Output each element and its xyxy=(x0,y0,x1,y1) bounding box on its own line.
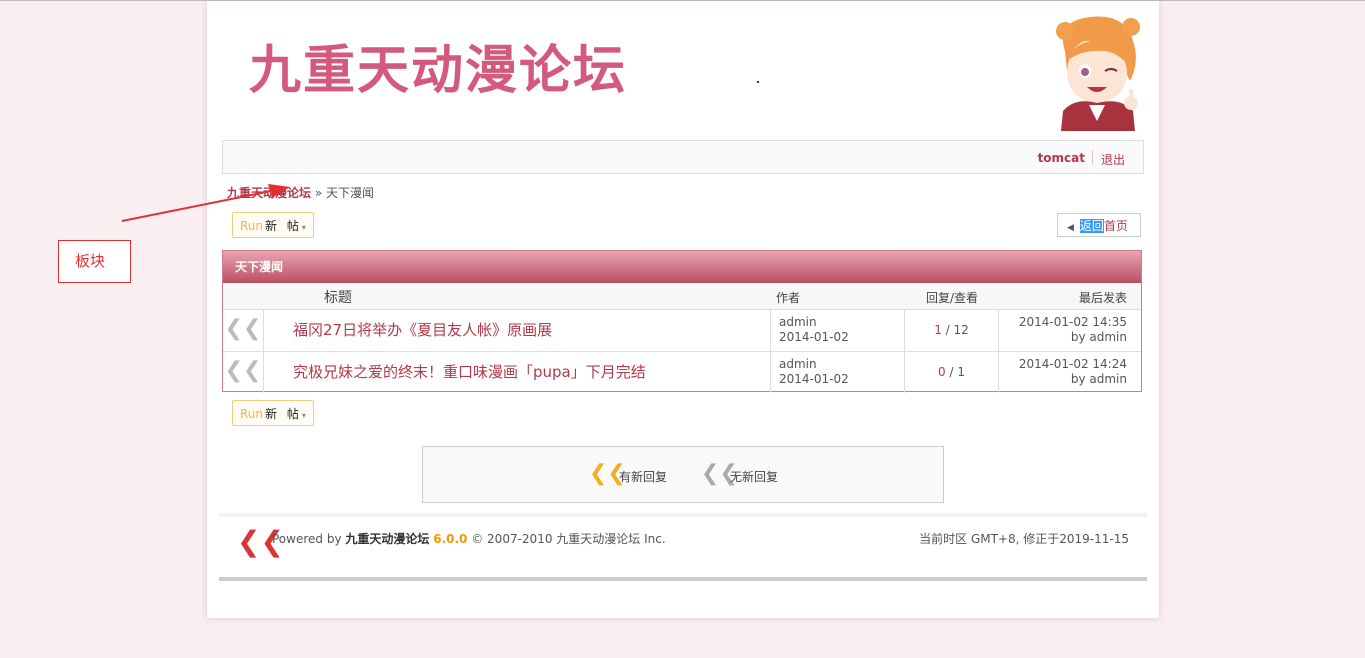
thread-list: 天下漫闻 标题 作者 回复/查看 最后发表 ❮❮ 福冈27日将举办《夏目友人帐》… xyxy=(222,250,1142,393)
reply-count: 1 xyxy=(934,323,942,337)
back-home-label: 首页 xyxy=(1103,219,1128,233)
userbar-divider xyxy=(1092,150,1093,164)
last-post-by[interactable]: by admin xyxy=(999,330,1127,345)
user-bar: tomcat 退出 xyxy=(222,140,1144,174)
footer-powered: Powered by 九重天动漫论坛 6.0.0 © 2007-2010 九重天… xyxy=(272,530,666,547)
footer-brand-link[interactable]: 九重天动漫论坛 xyxy=(345,532,429,546)
thread-date: 2014-01-02 xyxy=(779,330,849,344)
view-count: 1 xyxy=(957,365,965,379)
stray-dot xyxy=(757,81,759,83)
forum-header: 天下漫闻 xyxy=(223,251,1141,283)
thread-title-link[interactable]: 福冈27日将举办《夏目友人帐》原画展 xyxy=(264,310,771,351)
breadcrumb-separator: » xyxy=(314,186,323,200)
thread-row: ❮❮ 福冈27日将举办《夏目友人帐》原画展 admin 2014-01-02 1… xyxy=(223,310,1141,352)
breadcrumb-home-link[interactable]: 九重天动漫论坛 xyxy=(227,186,311,200)
col-title: 标题 xyxy=(324,290,352,306)
back-home-highlight: 返回 xyxy=(1079,219,1104,233)
col-replies: 回复/查看 xyxy=(926,291,979,305)
mascot-image xyxy=(1056,16,1140,131)
chevron-down-icon: ▾ xyxy=(301,223,306,232)
thread-row: ❮❮ 究极兄妹之爱的终末！重口味漫画「pupa」下月完结 admin 2014-… xyxy=(223,352,1141,393)
powered-prefix: Powered by xyxy=(272,532,342,546)
footer-version: 6.0.0 xyxy=(433,532,468,546)
footer-divider-top xyxy=(219,513,1147,517)
new-post-label: 新 帖 xyxy=(265,407,302,421)
page-container: 九重天动漫论坛 tomcat 退出 九重天动漫论坛 » 天下漫闻 Run 新 帖▾… xyxy=(207,1,1159,618)
thread-title-link[interactable]: 究极兄妹之爱的终末！重口味漫画「pupa」下月完结 xyxy=(264,352,771,393)
new-post-run-text: Run xyxy=(240,219,264,233)
new-post-run-text: Run xyxy=(240,407,264,421)
triangle-left-icon: ◀ xyxy=(1067,223,1074,233)
breadcrumb-current: 天下漫闻 xyxy=(326,186,375,200)
icon-legend: ❮❮ 有新回复 ❮❮ 无新回复 xyxy=(422,446,944,503)
new-post-label: 新 帖 xyxy=(265,219,302,233)
reply-count: 0 xyxy=(938,365,946,379)
thread-stats: 1 / 12 xyxy=(905,310,999,351)
back-home-button[interactable]: ◀ 返回首页 xyxy=(1057,213,1141,237)
thread-stats: 0 / 1 xyxy=(905,352,999,393)
thread-author-cell: admin 2014-01-02 xyxy=(771,310,905,351)
logout-link[interactable]: 退出 xyxy=(1101,151,1125,168)
footer-timezone: 当前时区 GMT+8, 修正于2019-11-15 xyxy=(919,532,1129,546)
new-reply-label: 有新回复 xyxy=(619,470,668,484)
new-post-button-top[interactable]: Run 新 帖▾ xyxy=(232,212,314,238)
footer-divider-bottom xyxy=(219,577,1147,581)
footer-copyright: © 2007-2010 九重天动漫论坛 Inc. xyxy=(471,532,666,546)
col-last-post: 最后发表 xyxy=(1079,291,1128,305)
view-count: 12 xyxy=(953,323,969,337)
chevron-down-icon: ▾ xyxy=(301,411,306,420)
breadcrumb: 九重天动漫论坛 » 天下漫闻 xyxy=(227,184,374,201)
thread-date: 2014-01-02 xyxy=(779,372,849,386)
thread-status-icon: ❮❮ xyxy=(223,352,264,393)
thread-author-cell: admin 2014-01-02 xyxy=(771,352,905,393)
last-post-time[interactable]: 2014-01-02 14:24 xyxy=(999,357,1127,372)
last-post-cell: 2014-01-02 14:24 by admin xyxy=(999,352,1141,393)
username-link[interactable]: tomcat xyxy=(1038,151,1085,165)
column-header-row: 标题 作者 回复/查看 最后发表 xyxy=(223,283,1141,310)
new-post-button-bottom[interactable]: Run 新 帖▾ xyxy=(232,400,314,426)
thread-author-link[interactable]: admin xyxy=(779,315,904,330)
no-new-reply-label: 无新回复 xyxy=(730,470,779,484)
last-post-by[interactable]: by admin xyxy=(999,372,1127,387)
last-post-time[interactable]: 2014-01-02 14:35 xyxy=(999,315,1127,330)
site-logo[interactable]: 九重天动漫论坛 xyxy=(249,39,627,103)
thread-author-link[interactable]: admin xyxy=(779,357,904,372)
last-post-cell: 2014-01-02 14:35 by admin xyxy=(999,310,1141,351)
annotation-label: 板块 xyxy=(58,240,131,283)
thread-status-icon: ❮❮ xyxy=(223,310,264,351)
col-author: 作者 xyxy=(776,291,801,305)
